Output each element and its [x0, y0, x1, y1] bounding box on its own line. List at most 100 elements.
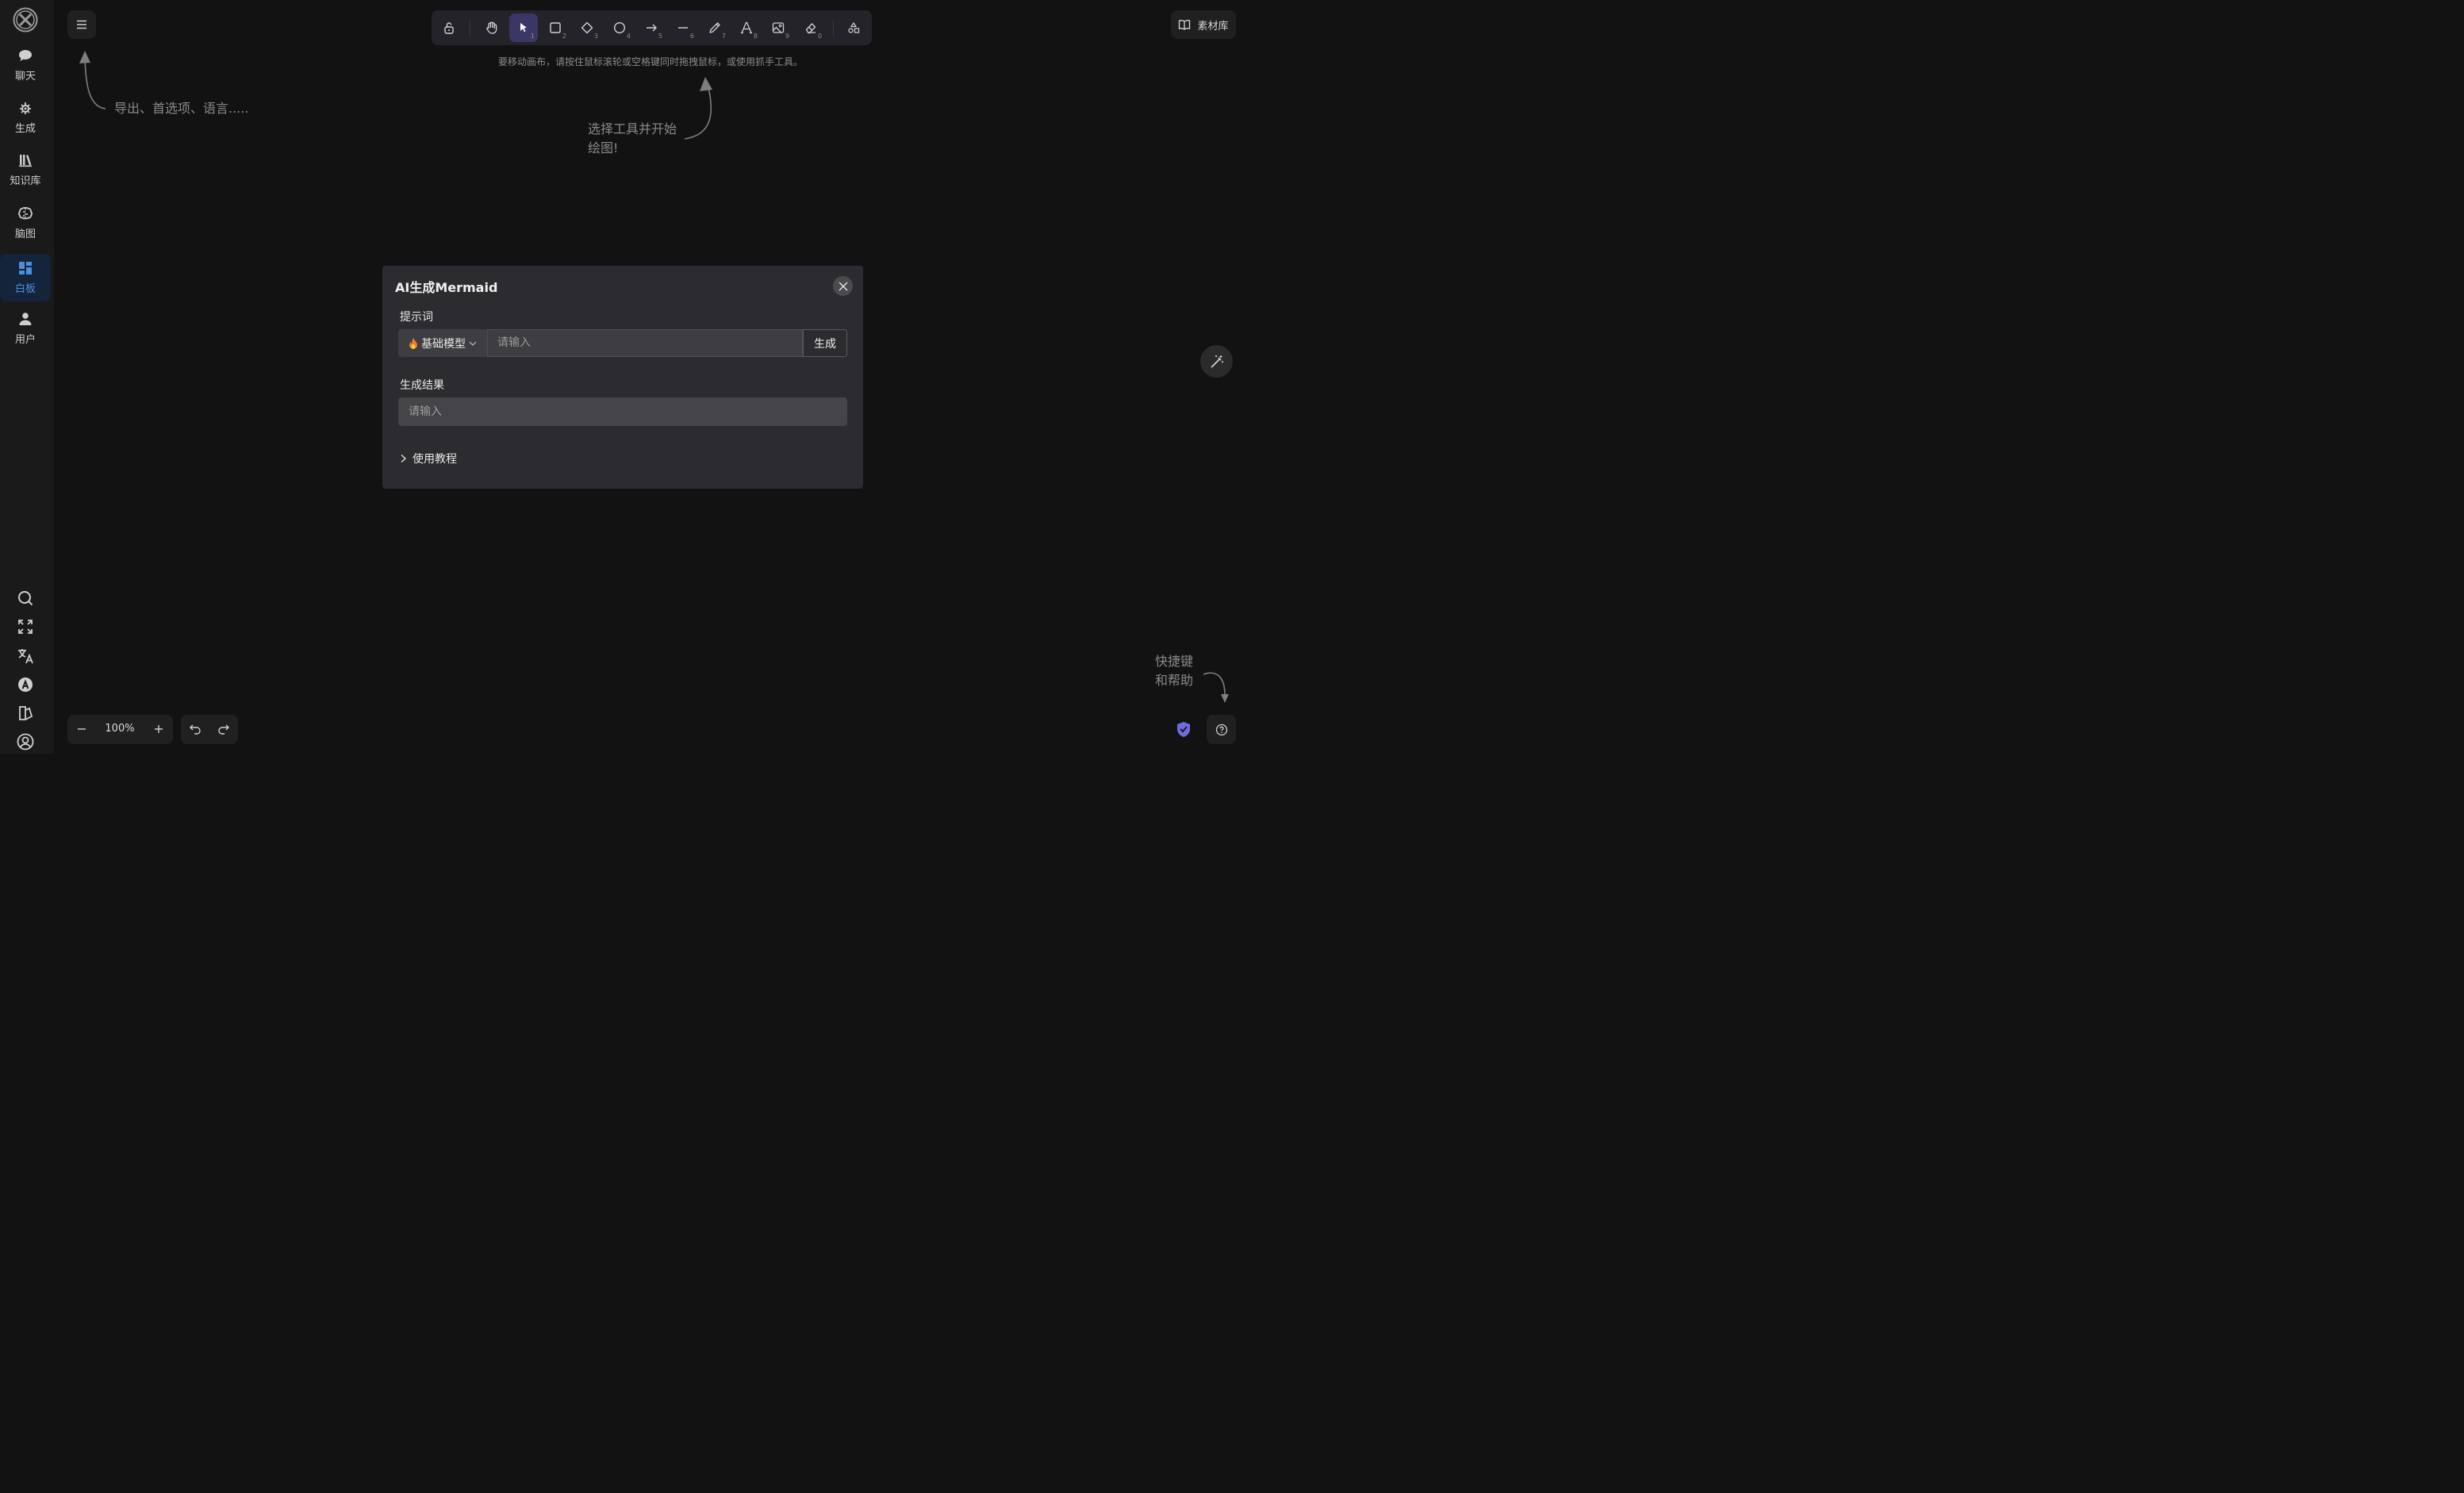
- sidebar-item-label: 生成: [14, 123, 36, 135]
- shield-check-icon[interactable]: [1175, 720, 1192, 738]
- sidebar-item-generate[interactable]: 生成: [0, 94, 51, 141]
- result-textarea[interactable]: 请输入: [398, 397, 847, 426]
- pan-hint: 要移动画布，请按住鼠标滚轮或空格键同时拖拽鼠标，或使用抓手工具。: [497, 56, 803, 67]
- text-a-icon: [741, 21, 752, 34]
- menu-hint-arrow: [79, 51, 106, 109]
- model-label: 基础模型: [421, 337, 466, 351]
- main-menu-button[interactable]: [67, 10, 96, 39]
- magic-wand-icon: [1210, 355, 1223, 368]
- account-icon[interactable]: [16, 732, 35, 751]
- tool-text[interactable]: 8: [732, 13, 761, 42]
- tool-shortcut: 4: [626, 33, 631, 40]
- tool-shortcut: 3: [593, 33, 598, 40]
- drawing-toolbar: 1 2 3 4 5 6 7 8 9 0: [432, 10, 872, 45]
- brain-icon: [18, 207, 33, 220]
- tool-shortcut: 2: [562, 33, 566, 40]
- line-icon: [678, 27, 688, 29]
- tool-arrow[interactable]: 5: [637, 13, 666, 42]
- tool-selection[interactable]: 1: [509, 13, 538, 42]
- library-button[interactable]: 素材库: [1171, 10, 1236, 39]
- zoom-in-icon[interactable]: [151, 721, 167, 737]
- fire-icon: [409, 337, 417, 349]
- tool-hint-text: 选择工具并开始 绘图!: [588, 120, 677, 158]
- sidebar: 聊天 生成 知识库 脑图 白板 用户: [0, 0, 54, 754]
- tool-shortcut: 5: [658, 33, 662, 40]
- pointer-icon: [520, 23, 527, 33]
- tool-hint-arrow: [684, 77, 712, 140]
- diamond-icon: [581, 21, 593, 34]
- help-hint-text: 快捷键 和帮助: [1155, 652, 1193, 690]
- translate-icon[interactable]: [16, 647, 35, 666]
- library-label: 素材库: [1197, 20, 1229, 33]
- shapes-icon: [848, 21, 860, 33]
- tool-rectangle[interactable]: 2: [541, 13, 570, 42]
- dashboard-grid-icon: [19, 262, 32, 274]
- sidebar-item-label: 脑图: [14, 228, 36, 240]
- prompt-row: 基础模型 请输入 生成: [398, 329, 847, 357]
- tool-ellipse[interactable]: 4: [605, 13, 634, 42]
- sidebar-item-label: 用户: [14, 334, 36, 346]
- toolbar-divider: [833, 21, 834, 36]
- sidebar-item-user[interactable]: 用户: [0, 305, 51, 352]
- sidebar-item-knowledge[interactable]: 知识库: [0, 146, 51, 194]
- ai-mermaid-dialog: AI生成Mermaid 提示词 基础模型 请输入 生成 生成结果 请输入 使用教…: [382, 266, 863, 489]
- ai-magic-button[interactable]: [1200, 345, 1233, 378]
- user-icon: [19, 313, 32, 325]
- generate-button[interactable]: 生成: [803, 329, 847, 357]
- app-logo[interactable]: [13, 7, 38, 33]
- tool-hint-line: 绘图!: [588, 140, 619, 155]
- tool-shortcut: 7: [721, 33, 726, 40]
- book-open-icon: [1179, 20, 1191, 30]
- zoom-level[interactable]: 100%: [99, 723, 140, 735]
- tool-shortcut: 6: [689, 33, 694, 40]
- tool-lock[interactable]: [435, 13, 463, 42]
- arrow-right-icon: [647, 24, 657, 32]
- close-button[interactable]: [833, 276, 853, 296]
- help-hint-line: 和帮助: [1155, 673, 1194, 688]
- sidebar-item-whiteboard[interactable]: 白板: [0, 254, 51, 301]
- help-hint-line: 快捷键: [1155, 654, 1194, 669]
- help-button[interactable]: [1207, 715, 1236, 744]
- books-icon: [19, 155, 32, 167]
- tool-line[interactable]: 6: [669, 13, 697, 42]
- search-icon[interactable]: [16, 589, 35, 608]
- dialog-title: AI生成Mermaid: [395, 280, 498, 295]
- eraser-icon: [805, 23, 816, 34]
- tool-diamond[interactable]: 3: [573, 13, 601, 42]
- tool-shortcut: 8: [753, 33, 758, 40]
- help-circle-icon: [1215, 723, 1227, 735]
- tool-more[interactable]: [839, 13, 868, 42]
- sparkle-gear-icon: [20, 102, 31, 114]
- tool-draw[interactable]: 7: [700, 13, 729, 42]
- unlock-icon: [444, 22, 454, 34]
- tool-shortcut: 1: [530, 33, 535, 40]
- tool-hint-line: 选择工具并开始: [588, 121, 677, 136]
- sidebar-item-chat[interactable]: 聊天: [0, 41, 51, 89]
- sidebar-item-label: 知识库: [10, 175, 41, 187]
- tool-hand[interactable]: [478, 13, 506, 42]
- tool-shortcut: 0: [817, 33, 822, 40]
- result-label: 生成结果: [400, 379, 444, 392]
- tutorial-toggle[interactable]: 使用教程: [398, 451, 457, 466]
- menu-hint-text: 导出、首选项、语言.....: [114, 101, 249, 116]
- sidebar-item-label: 白板: [14, 283, 36, 295]
- tutorial-label: 使用教程: [413, 453, 457, 466]
- zoom-out-icon[interactable]: [74, 721, 90, 737]
- help-hint-arrow: [1203, 672, 1229, 703]
- font-a-icon[interactable]: [16, 675, 35, 694]
- history-controls: [181, 715, 238, 744]
- tool-image[interactable]: 9: [764, 13, 793, 42]
- redo-icon[interactable]: [217, 722, 231, 736]
- tool-shortcut: 9: [785, 33, 789, 40]
- undo-icon[interactable]: [188, 722, 202, 736]
- model-select[interactable]: 基础模型: [398, 329, 487, 357]
- sidebar-item-mindmap[interactable]: 脑图: [0, 199, 51, 247]
- prompt-input[interactable]: 请输入: [487, 329, 803, 357]
- zoom-controls: 100%: [67, 715, 173, 744]
- theme-icon[interactable]: [16, 704, 35, 723]
- hand-icon: [486, 21, 497, 34]
- fullscreen-icon[interactable]: [16, 617, 35, 636]
- sidebar-item-label: 聊天: [14, 71, 36, 83]
- tool-eraser[interactable]: 0: [796, 13, 825, 42]
- chat-bubble-icon: [19, 50, 32, 61]
